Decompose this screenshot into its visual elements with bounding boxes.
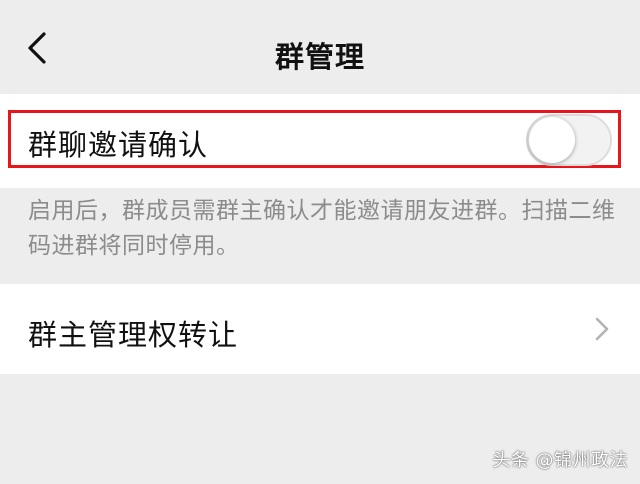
- transfer-owner-row[interactable]: 群主管理权转让: [0, 284, 640, 374]
- group-management-screen: 群管理 群聊邀请确认 启用后，群成员需群主确认才能邀请朋友进群。扫描二维码进群将…: [0, 0, 640, 484]
- invite-confirm-toggle[interactable]: [526, 114, 612, 166]
- toggle-knob: [529, 117, 575, 163]
- invite-confirm-row: 群聊邀请确认: [0, 94, 640, 188]
- chevron-right-icon: [595, 317, 609, 341]
- navigation-bar: 群管理: [0, 0, 640, 94]
- watermark: 头条 @锦州政法: [492, 450, 628, 471]
- transfer-owner-label: 群主管理权转让: [28, 318, 239, 352]
- page-title: 群管理: [274, 40, 365, 74]
- invite-confirm-description: 启用后，群成员需群主确认才能邀请朋友进群。扫描二维码进群将同时停用。: [28, 198, 616, 259]
- invite-confirm-label: 群聊邀请确认: [28, 128, 209, 162]
